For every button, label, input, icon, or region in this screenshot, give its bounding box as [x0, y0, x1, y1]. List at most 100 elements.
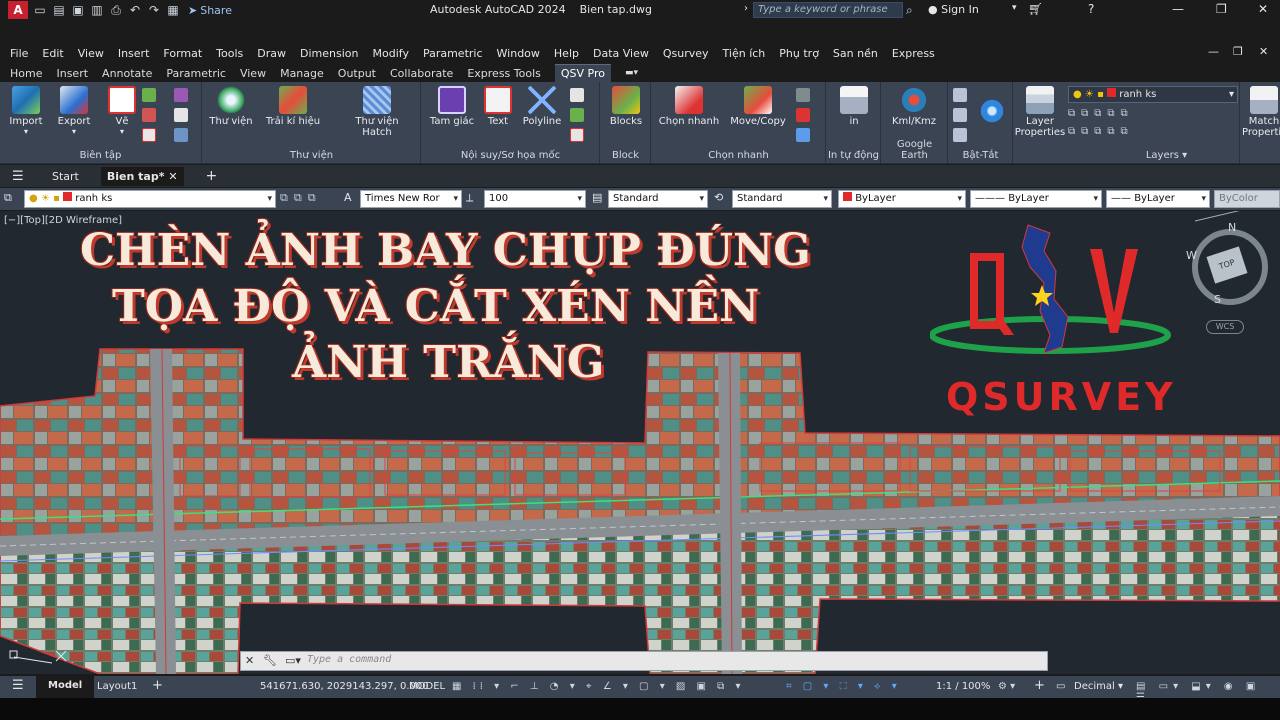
units-select[interactable]: Decimal ▾ [1074, 681, 1123, 692]
menu-express[interactable]: Express [892, 47, 935, 60]
menu-window[interactable]: Window [497, 47, 540, 60]
tab-insert[interactable]: Insert [56, 67, 88, 80]
layer-state-icon[interactable]: ⧉ [4, 191, 12, 205]
tab-parametric[interactable]: Parametric [166, 67, 226, 80]
menu-data-view[interactable]: Data View [593, 47, 649, 60]
share-button[interactable]: ➤ Share [188, 4, 232, 17]
tool-copy-icon[interactable] [796, 128, 810, 142]
save-as-icon[interactable]: ▥ [90, 3, 104, 17]
menu-phu-tro[interactable]: Phụ trợ [779, 47, 819, 60]
viewcube-west[interactable]: W [1186, 249, 1197, 262]
sign-in-button[interactable]: ● Sign In [928, 3, 979, 16]
snap-toggles[interactable]: ⌗ ▢ ▾ ⛶ ▾ ⟡ ▾ [786, 681, 901, 692]
menu-icon[interactable]: ☰ [12, 169, 30, 184]
layouts-menu-icon[interactable]: ☰ [12, 678, 24, 693]
tool-grid-icon[interactable] [142, 88, 156, 102]
search-input[interactable]: Type a keyword or phrase [753, 2, 903, 18]
wrench-icon[interactable]: 🔧︎ [263, 654, 277, 667]
tab-start[interactable]: Start [46, 167, 85, 186]
tool-scale-icon[interactable] [142, 108, 156, 122]
kml-kmz-button[interactable]: Kml/Kmz [888, 86, 940, 127]
close-icon[interactable]: ✕ [245, 654, 254, 667]
layer-select[interactable]: ● ☀ ▪ ranh ks ▾ [24, 190, 276, 208]
menu-insert[interactable]: Insert [118, 47, 150, 60]
drawing-canvas[interactable]: [−][Top][2D Wireframe] CHÈN ẢNH BAY CHỤP… [0, 211, 1280, 674]
tab-home[interactable]: Home [10, 67, 42, 80]
menu-draw[interactable]: Draw [257, 47, 286, 60]
coordinates-readout[interactable]: 541671.630, 2029143.297, 0.000 [260, 681, 429, 692]
tab-annotate[interactable]: Annotate [102, 67, 152, 80]
group-label-layers[interactable]: Layers ▾ [1054, 150, 1279, 161]
tab-model[interactable]: Model [36, 676, 95, 698]
model-space-toggle[interactable]: MODEL [409, 681, 445, 692]
tab-view[interactable]: View [240, 67, 266, 80]
layer-properties-button[interactable]: Layer Properties [1014, 86, 1066, 138]
blocks-button[interactable]: Blocks [601, 86, 651, 127]
minimize-icon[interactable]: — [1172, 2, 1184, 16]
doc-minimize-icon[interactable]: — [1208, 45, 1219, 58]
layer-tools-icons[interactable]: ⧉⧉⧉ [280, 191, 322, 205]
add-layout-icon[interactable]: + [152, 678, 163, 693]
help-icon[interactable]: ? [1088, 2, 1094, 16]
chevron-down-icon[interactable]: ▾ [1012, 3, 1017, 13]
tool-filter-icon[interactable] [796, 88, 810, 102]
text-style-manager-icon[interactable]: ▤ [592, 191, 602, 204]
viewcube[interactable]: TOP N W S [1184, 221, 1274, 311]
font-select[interactable]: Times New Ror ▾ [360, 190, 462, 208]
tab-layout1[interactable]: Layout1 [97, 681, 137, 692]
tam-giac-button[interactable]: Tam giác [426, 86, 478, 127]
tool-shape-icon[interactable] [174, 88, 188, 102]
color-select[interactable]: ByLayer ▾ [838, 190, 966, 208]
menu-parametric[interactable]: Parametric [423, 47, 483, 60]
dim-style-icon[interactable]: ⟲ [714, 191, 723, 204]
gear-icon[interactable]: ⚙ ▾ [998, 681, 1015, 692]
export-button[interactable]: Export ▾ [48, 86, 100, 136]
trai-ki-hieu-button[interactable]: Trải kí hiệu [263, 86, 323, 127]
scale-select[interactable]: 100 ▾ [484, 190, 586, 208]
annotation-scale[interactable]: 1:1 / 100% [936, 681, 990, 692]
wcs-menu[interactable]: WCS [1206, 320, 1244, 334]
menu-edit[interactable]: Edit [42, 47, 63, 60]
layer-tools-row[interactable]: ⧉⧉⧉⧉⧉ [1068, 108, 1238, 122]
dim-style-select[interactable]: Standard ▾ [732, 190, 832, 208]
layer-stack-icon[interactable] [953, 128, 967, 142]
layer-dropdown[interactable]: ● ☀ ▪ ranh ks ▾ [1068, 86, 1238, 103]
viewcube-south[interactable]: S [1214, 293, 1221, 306]
polyline-button[interactable]: Polyline [516, 86, 568, 127]
tab-bien-tap[interactable]: Bien tap* ✕ [100, 166, 184, 186]
text-height-icon[interactable]: ⟂ [466, 191, 473, 205]
autocad-app-button[interactable]: A [8, 1, 28, 19]
tool-cross-icon[interactable] [142, 128, 156, 142]
close-icon[interactable]: ✕ [168, 170, 177, 183]
undo-icon[interactable]: ↶ [128, 3, 142, 17]
move-copy-button[interactable]: Move/Copy [728, 86, 788, 127]
save-icon[interactable]: ▣ [71, 3, 85, 17]
tab-collaborate[interactable]: Collaborate [390, 67, 453, 80]
thu-vien-button[interactable]: Thư viện [205, 86, 257, 127]
thu-vien-hatch-button[interactable]: Thư viện Hatch [341, 86, 413, 138]
workspace-icon[interactable]: ▦ [166, 3, 180, 17]
menu-san-nen[interactable]: San nền [833, 47, 878, 60]
text-style-select[interactable]: Standard ▾ [608, 190, 708, 208]
gear-icon[interactable] [979, 98, 1005, 124]
linetype-select[interactable]: ——— ByLayer ▾ [970, 190, 1102, 208]
tool-mark-icon[interactable] [570, 128, 584, 142]
menu-dimension[interactable]: Dimension [300, 47, 358, 60]
redo-icon[interactable]: ↷ [147, 3, 161, 17]
layer-stack-icon[interactable] [953, 108, 967, 122]
units-icon[interactable]: ▭ [1056, 681, 1065, 692]
match-properties-button[interactable]: Match Properties [1242, 86, 1280, 138]
viewcube-north[interactable]: N [1228, 221, 1236, 234]
lineweight-select[interactable]: —— ByLayer ▾ [1106, 190, 1210, 208]
menu-tools[interactable]: Tools [216, 47, 243, 60]
in-button[interactable]: in [827, 86, 881, 127]
command-history-icon[interactable]: ▭▾ [285, 654, 301, 667]
new-file-icon[interactable]: ▭ [33, 3, 47, 17]
ribbon-toggle-icon[interactable]: ▬▾ [625, 68, 638, 78]
tab-output[interactable]: Output [338, 67, 376, 80]
close-icon[interactable]: ✕ [1258, 2, 1268, 16]
plotstyle-select[interactable]: ByColor [1214, 190, 1280, 208]
restore-icon[interactable]: ❐ [1216, 2, 1227, 16]
layer-stack-icon[interactable] [953, 88, 967, 102]
tool-polyline-icon[interactable] [174, 108, 188, 122]
